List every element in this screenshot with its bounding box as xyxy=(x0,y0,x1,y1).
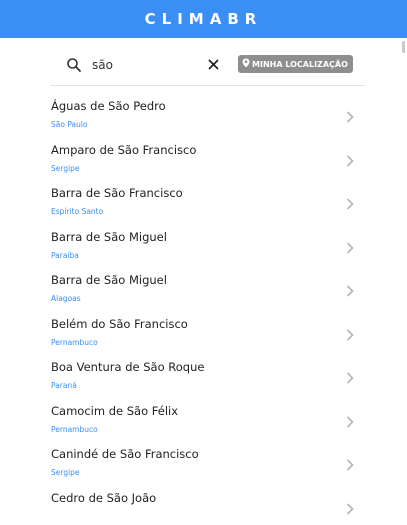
city-name: Belém do São Francisco xyxy=(51,317,188,331)
chevron-right-icon xyxy=(346,456,354,468)
city-result-item[interactable]: Barra de São Francisco Espírito Santo xyxy=(50,177,368,221)
state-name: Paraná xyxy=(51,381,77,390)
state-name: Pernambuco xyxy=(51,425,98,434)
search-icon xyxy=(66,57,82,73)
city-result-item[interactable]: Barra de São Miguel Alagoas xyxy=(50,264,368,308)
city-results-list: Águas de São Pedro São Paulo Amparo de São… xyxy=(50,90,368,525)
city-name: Boa Ventura de São Roque xyxy=(51,360,204,374)
state-name: Espírito Santo xyxy=(51,207,103,216)
city-result-item[interactable]: Águas de São Pedro São Paulo xyxy=(50,90,368,134)
chevron-right-icon xyxy=(346,282,354,294)
chevron-right-icon xyxy=(346,108,354,120)
app-title: CLIMABR xyxy=(145,10,263,28)
state-name: Sergipe xyxy=(51,164,80,173)
chevron-right-icon xyxy=(346,326,354,338)
city-result-item[interactable]: Belém do São Francisco Pernambuco xyxy=(50,308,368,352)
app-header: CLIMABR xyxy=(0,0,407,38)
map-pin-icon xyxy=(242,58,252,70)
clear-search-button[interactable] xyxy=(206,57,220,71)
city-result-item[interactable]: Boa Ventura de São Roque Paraná xyxy=(50,351,368,395)
city-result-item[interactable]: Barra de São Miguel Paraíba xyxy=(50,221,368,265)
city-name: Barra de São Miguel xyxy=(51,273,167,287)
city-result-item[interactable]: Canindé de São Francisco Sergipe xyxy=(50,438,368,482)
search-bar: MINHA LOCALIZAÇÃO xyxy=(50,52,365,86)
city-name: Barra de São Miguel xyxy=(51,230,167,244)
city-name: Amparo de São Francisco xyxy=(51,143,196,157)
search-input[interactable] xyxy=(92,55,222,75)
chevron-right-icon xyxy=(346,413,354,425)
city-name: Camocim de São Félix xyxy=(51,404,178,418)
chevron-right-icon xyxy=(346,195,354,207)
state-name: Paraíba xyxy=(51,251,79,260)
chevron-right-icon xyxy=(346,500,354,512)
my-location-label: MINHA LOCALIZAÇÃO xyxy=(252,60,348,69)
city-result-item[interactable]: Amparo de São Francisco Sergipe xyxy=(50,134,368,178)
chevron-right-icon xyxy=(346,152,354,164)
state-name: Pernambuco xyxy=(51,338,98,347)
city-name: Cedro de São João xyxy=(51,491,156,505)
city-name: Águas de São Pedro xyxy=(51,99,166,113)
state-name: Sergipe xyxy=(51,468,80,477)
chevron-right-icon xyxy=(346,369,354,381)
state-name: São Paulo xyxy=(51,120,88,129)
chevron-right-icon xyxy=(346,239,354,251)
city-result-item[interactable]: Camocim de São Félix Pernambuco xyxy=(50,395,368,439)
city-name: Barra de São Francisco xyxy=(51,186,183,200)
state-name: Alagoas xyxy=(51,294,81,303)
my-location-button[interactable]: MINHA LOCALIZAÇÃO xyxy=(238,55,353,73)
city-name: Canindé de São Francisco xyxy=(51,447,199,461)
scrollbar-thumb[interactable] xyxy=(402,41,405,53)
close-icon xyxy=(208,55,219,74)
city-result-item[interactable]: Cedro de São João xyxy=(50,482,368,525)
